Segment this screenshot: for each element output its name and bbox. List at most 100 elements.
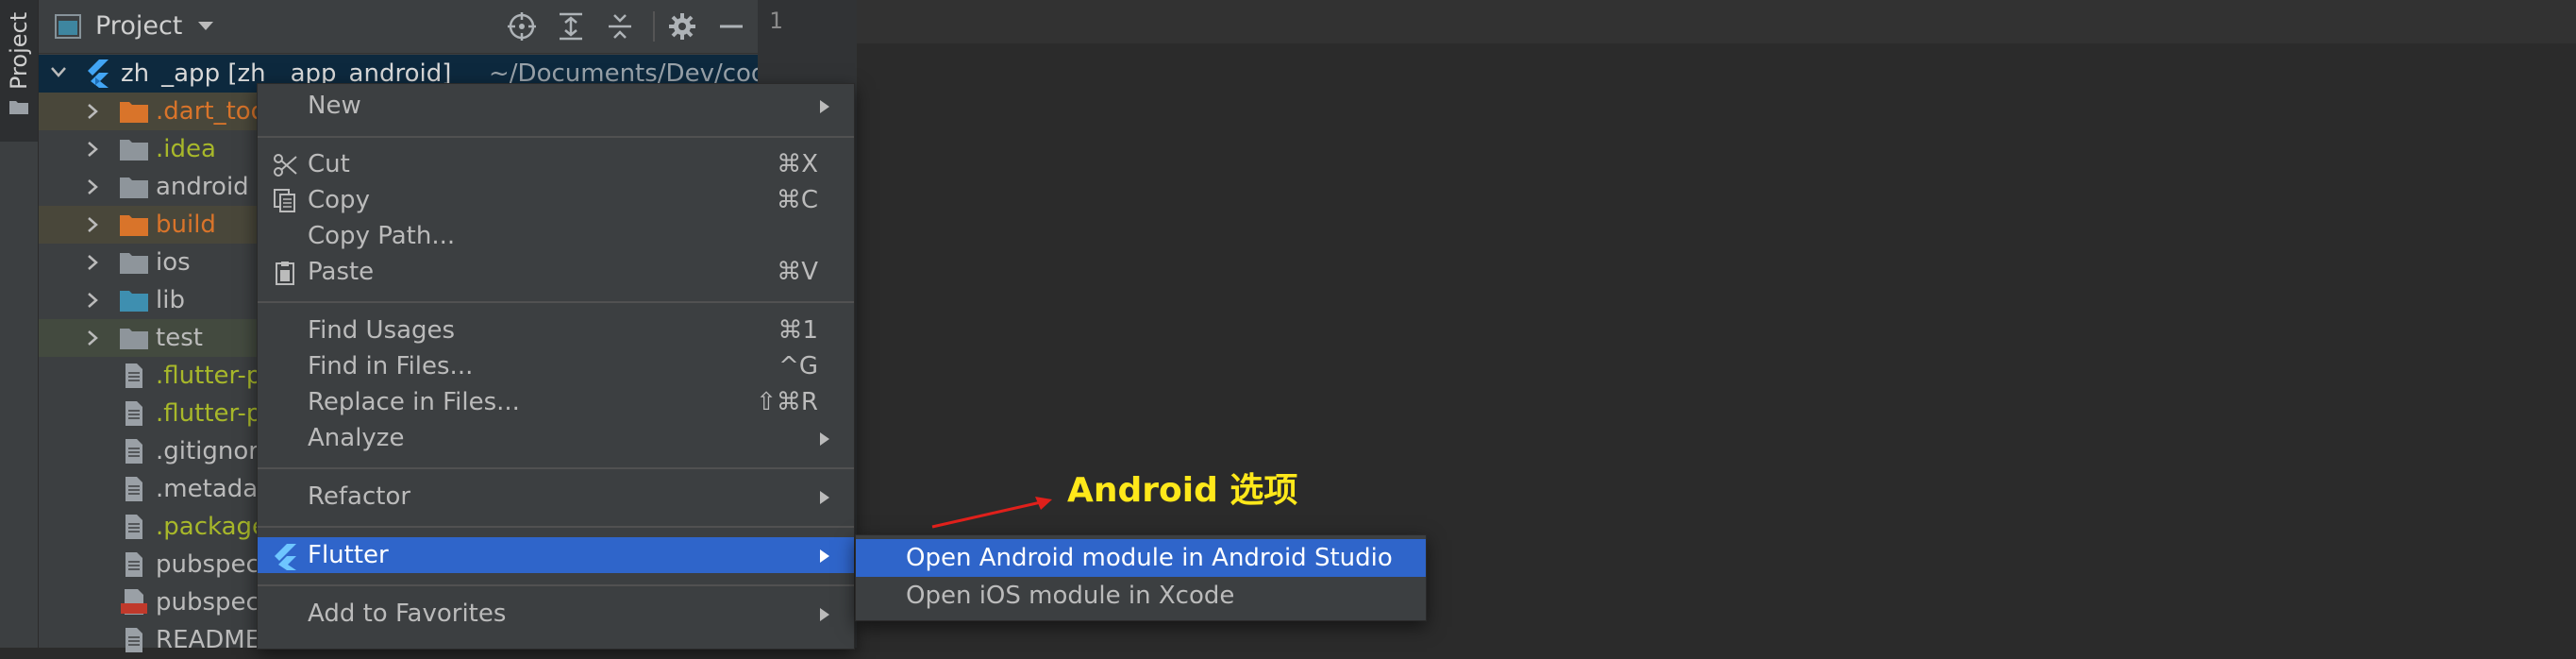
folder-icon — [120, 215, 148, 236]
copy-icon — [274, 189, 295, 212]
menu-item-replace-in-files[interactable]: Replace in Files... ⇧⌘R — [258, 384, 854, 420]
folder-icon — [120, 177, 148, 198]
submenu-item-open-android-module[interactable]: Open Android module in Android Studio — [856, 539, 1426, 577]
submenu-item-open-ios-label: Open iOS module in Xcode — [906, 582, 1235, 610]
menu-item-analyze-label: Analyze — [308, 424, 405, 452]
gear-icon[interactable] — [666, 10, 698, 42]
project-view-icon — [55, 14, 81, 39]
menu-item-new[interactable]: New — [258, 88, 854, 124]
tree-item-label: test — [156, 324, 203, 352]
folder-icon — [120, 140, 148, 161]
submenu-arrow-icon — [820, 100, 829, 113]
file-icon — [125, 515, 142, 539]
yaml-file-icon — [121, 589, 147, 615]
chevron-right-icon[interactable] — [86, 254, 99, 271]
line-number: 1 — [769, 8, 783, 34]
submenu-item-open-ios-module[interactable]: Open iOS module in Xcode — [856, 577, 1426, 615]
submenu-arrow-icon — [820, 432, 829, 446]
chevron-right-icon[interactable] — [86, 103, 99, 120]
submenu-item-open-android-label: Open Android module in Android Studio — [906, 544, 1393, 572]
menu-separator — [258, 136, 854, 138]
menu-item-find-in-files[interactable]: Find in Files... ^G — [258, 348, 854, 384]
flutter-submenu: Open Android module in Android Studio Op… — [855, 534, 1427, 621]
flutter-icon — [88, 59, 109, 88]
menu-item-find-usages-label: Find Usages — [308, 316, 456, 345]
menu-separator — [258, 467, 854, 469]
menu-item-paste[interactable]: Paste ⌘V — [258, 254, 854, 290]
folder-icon — [120, 102, 148, 123]
context-menu: New Cut ⌘X Copy ⌘C Copy Path... Paste ⌘V — [257, 83, 855, 650]
header-divider — [653, 11, 655, 42]
minimize-icon[interactable] — [715, 10, 747, 42]
collapse-all-icon[interactable] — [604, 10, 636, 42]
submenu-arrow-icon — [820, 608, 829, 621]
menu-separator — [258, 301, 854, 303]
file-icon — [125, 477, 142, 501]
tree-item-label: .dart_tool — [156, 97, 273, 126]
file-icon — [125, 552, 142, 577]
project-tool-tab[interactable]: Project — [0, 0, 38, 142]
menu-item-copy-path-label: Copy Path... — [308, 222, 456, 250]
project-panel-header: Project — [39, 0, 758, 54]
menu-item-find-usages-shortcut: ⌘1 — [778, 316, 818, 345]
menu-item-copy[interactable]: Copy ⌘C — [258, 182, 854, 218]
tree-item-label: .idea — [156, 135, 216, 163]
flutter-icon — [275, 544, 296, 570]
menu-item-add-to-favorites[interactable]: Add to Favorites — [258, 596, 854, 632]
folder-icon[interactable] — [8, 98, 29, 115]
menu-item-paste-label: Paste — [308, 258, 375, 286]
chevron-down-icon[interactable] — [50, 66, 67, 79]
project-tool-tab-label: Project — [6, 11, 32, 90]
menu-item-paste-shortcut: ⌘V — [777, 258, 818, 286]
menu-item-flutter[interactable]: Flutter — [258, 537, 854, 573]
file-icon — [125, 628, 142, 652]
menu-item-cut-label: Cut — [308, 150, 350, 178]
menu-item-find-usages[interactable]: Find Usages ⌘1 — [258, 313, 854, 348]
menu-item-cut-shortcut: ⌘X — [777, 150, 818, 178]
menu-item-copy-path[interactable]: Copy Path... — [258, 218, 854, 254]
chevron-right-icon[interactable] — [86, 330, 99, 346]
chevron-right-icon[interactable] — [86, 178, 99, 195]
tree-item-label: .gitignore — [156, 437, 274, 465]
chevron-right-icon[interactable] — [86, 141, 99, 158]
annotation-label: Android 选项 — [1067, 471, 1298, 510]
submenu-arrow-icon — [820, 549, 829, 563]
menu-item-cut[interactable]: Cut ⌘X — [258, 146, 854, 182]
folder-icon — [120, 329, 148, 349]
chevron-down-icon[interactable] — [198, 22, 213, 31]
file-icon — [125, 363, 142, 388]
tree-item-label: android — [156, 173, 249, 201]
menu-item-replace-in-files-shortcut: ⇧⌘R — [756, 388, 818, 416]
menu-item-refactor-label: Refactor — [308, 482, 411, 511]
chevron-right-icon[interactable] — [86, 292, 99, 309]
tree-item-label: build — [156, 211, 216, 239]
folder-icon — [120, 253, 148, 274]
menu-item-replace-in-files-label: Replace in Files... — [308, 388, 520, 416]
folder-icon — [120, 291, 148, 312]
menu-item-flutter-label: Flutter — [308, 541, 389, 569]
menu-item-refactor[interactable]: Refactor — [258, 479, 854, 515]
clipboard-icon — [276, 262, 294, 285]
annotation-arrow-icon — [931, 497, 1052, 529]
menu-item-find-in-files-shortcut: ^G — [778, 352, 818, 380]
tree-item-label: lib — [156, 286, 185, 314]
expand-all-icon[interactable] — [555, 10, 587, 42]
tool-window-strip: Project — [0, 0, 39, 648]
menu-item-copy-label: Copy — [308, 186, 370, 214]
project-view-selector[interactable]: Project — [95, 11, 182, 41]
menu-separator — [258, 584, 854, 586]
chevron-right-icon[interactable] — [86, 216, 99, 233]
menu-item-add-to-favorites-label: Add to Favorites — [308, 600, 507, 628]
menu-item-new-label: New — [308, 92, 361, 120]
menu-item-analyze[interactable]: Analyze — [258, 420, 854, 456]
tree-item-label: ios — [156, 248, 191, 277]
current-line-highlight — [857, 0, 2576, 43]
locate-file-icon[interactable] — [506, 10, 538, 42]
menu-item-find-in-files-label: Find in Files... — [308, 352, 474, 380]
menu-item-copy-shortcut: ⌘C — [776, 186, 818, 214]
menu-separator — [258, 526, 854, 528]
scissors-icon — [274, 154, 297, 177]
file-icon — [125, 401, 142, 426]
submenu-arrow-icon — [820, 491, 829, 504]
file-icon — [125, 439, 142, 464]
